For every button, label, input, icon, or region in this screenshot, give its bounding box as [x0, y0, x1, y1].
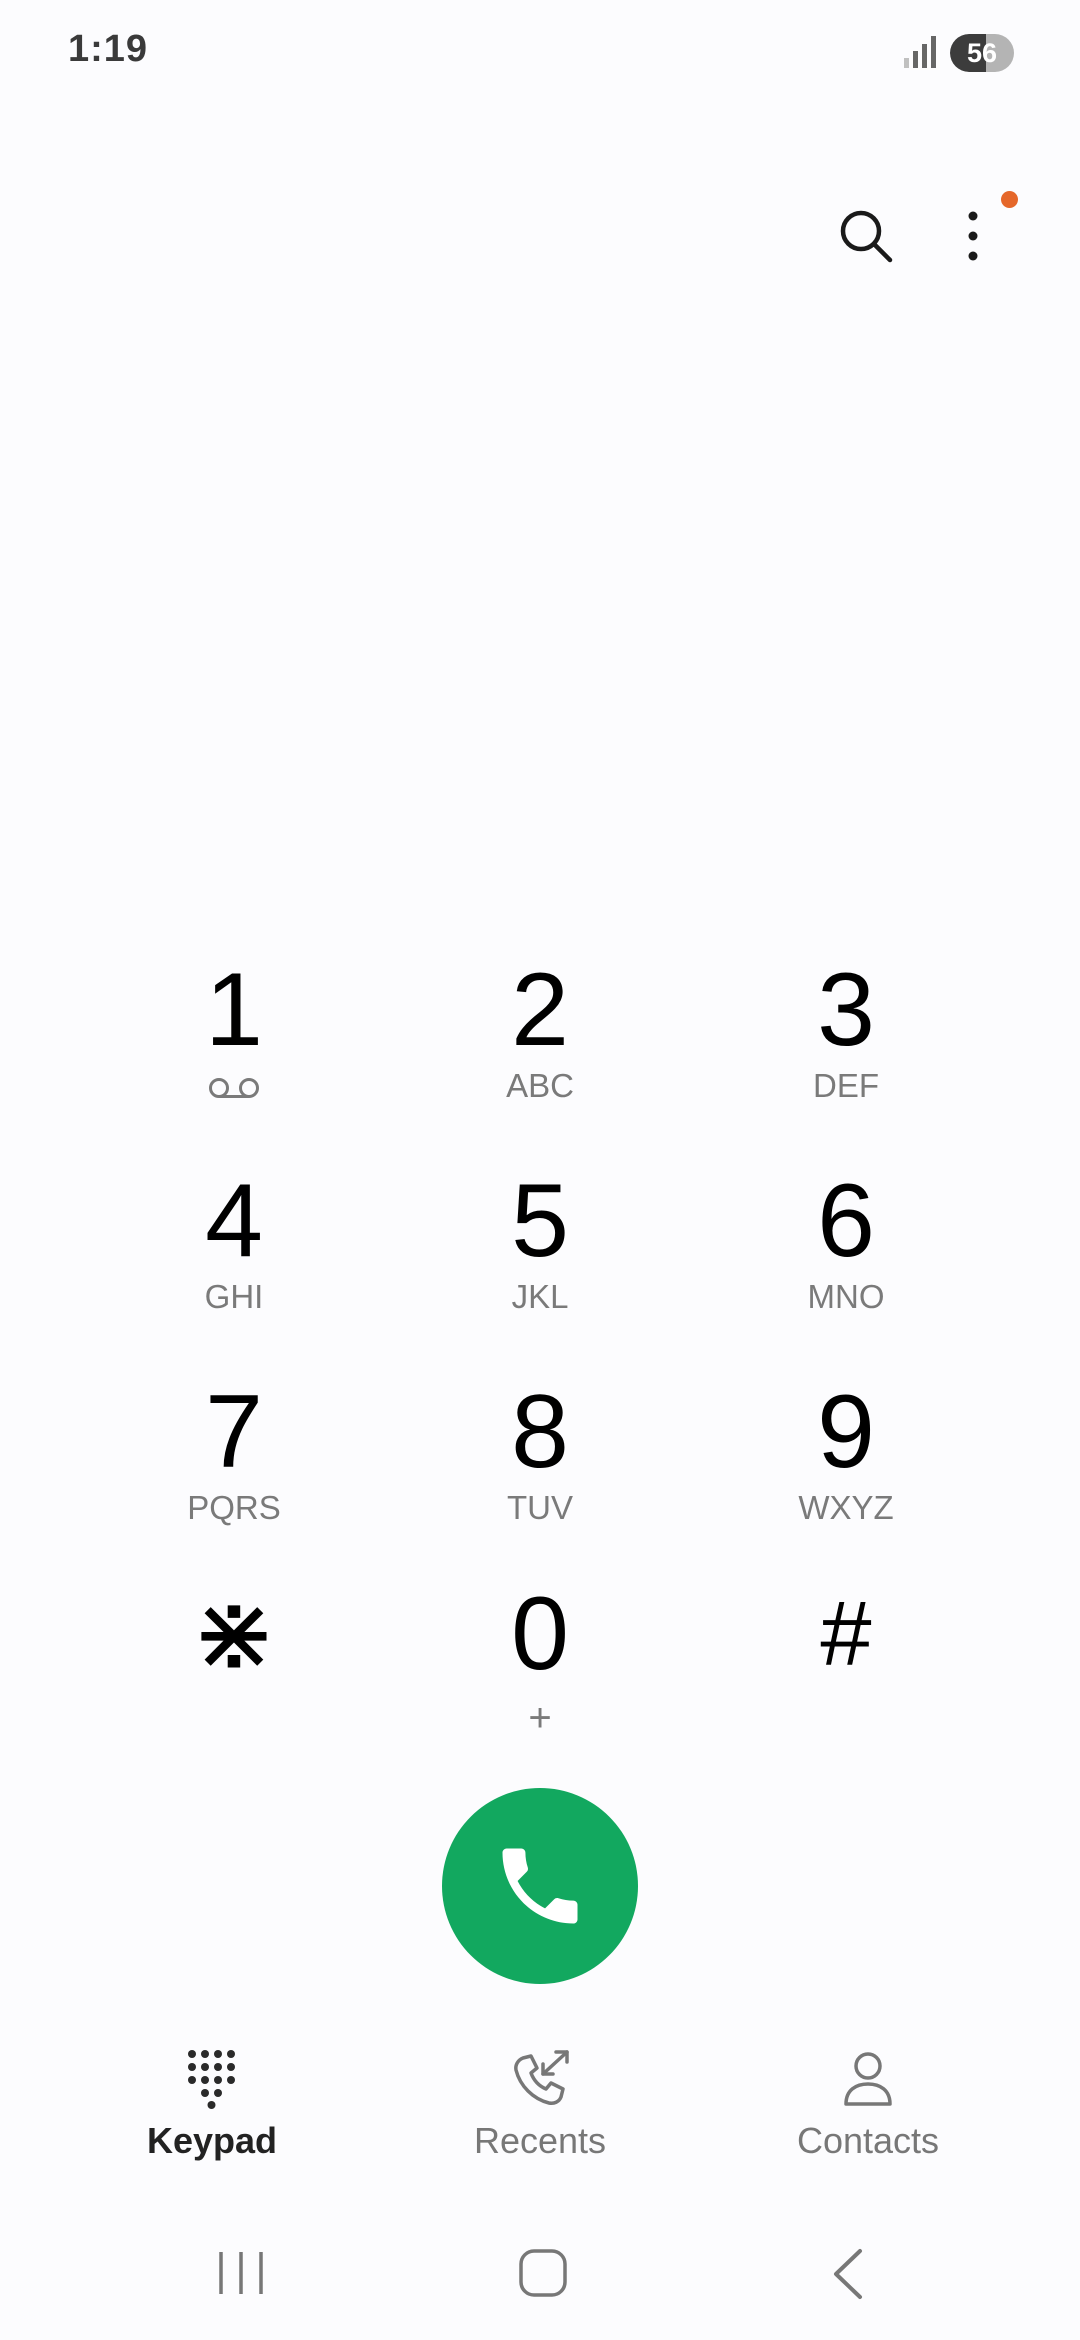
key-3[interactable]: 3 DEF	[696, 958, 996, 1148]
battery-level: 56	[966, 38, 998, 68]
key-digit: 3	[817, 952, 875, 1068]
key-letters: MNO	[807, 1278, 885, 1315]
key-digit: #	[820, 1583, 872, 1685]
key-plus: +	[528, 1696, 552, 1740]
key-digit: 7	[205, 1374, 263, 1490]
key-star[interactable]: ⋇	[84, 1582, 384, 1772]
tab-label: Keypad	[146, 2120, 278, 2161]
key-hash[interactable]: #	[696, 1582, 996, 1772]
key-9[interactable]: 9 WXYZ	[696, 1380, 996, 1570]
tab-contacts[interactable]: Contacts	[738, 2048, 998, 2178]
tab-label: Contacts	[796, 2120, 940, 2161]
key-digit: 8	[511, 1374, 569, 1490]
search-icon[interactable]	[836, 206, 896, 266]
key-letters: PQRS	[187, 1489, 281, 1526]
key-digit: 2	[511, 952, 569, 1068]
key-digit: 5	[511, 1163, 569, 1279]
keypad-icon	[188, 2050, 235, 2109]
voicemail-icon	[209, 1078, 259, 1099]
key-6[interactable]: 6 MNO	[696, 1169, 996, 1359]
key-letters: JKL	[511, 1278, 569, 1315]
key-digit: 9	[817, 1374, 875, 1490]
key-digit: 1	[205, 952, 263, 1068]
key-digit: 0	[511, 1576, 569, 1692]
back-icon[interactable]	[828, 2248, 868, 2300]
key-7[interactable]: 7 PQRS	[84, 1380, 384, 1570]
key-sub	[696, 1690, 996, 1730]
key-0[interactable]: 0 +	[390, 1582, 690, 1772]
key-letters: TUV	[507, 1489, 573, 1526]
notification-dot	[1001, 191, 1018, 208]
tab-label: Recents	[473, 2120, 607, 2161]
key-digit: 4	[205, 1163, 263, 1279]
key-digit: 6	[817, 1163, 875, 1279]
more-options-icon[interactable]	[955, 206, 991, 266]
key-1[interactable]: 1	[84, 958, 384, 1148]
call-button[interactable]	[442, 1788, 638, 1984]
key-letters: GHI	[204, 1278, 264, 1315]
signal-icon	[904, 36, 936, 68]
key-2[interactable]: 2 ABC	[390, 958, 690, 1148]
key-sub	[84, 1066, 384, 1106]
key-sub	[84, 1690, 384, 1730]
key-8[interactable]: 8 TUV	[390, 1380, 690, 1570]
key-letters: WXYZ	[798, 1489, 894, 1526]
key-digit: ⋇	[190, 1576, 278, 1692]
key-letters: DEF	[813, 1067, 879, 1104]
key-5[interactable]: 5 JKL	[390, 1169, 690, 1359]
battery-indicator: 56	[950, 34, 1014, 72]
recents-icon	[514, 2050, 569, 2105]
contacts-icon	[844, 2052, 892, 2106]
key-4[interactable]: 4 GHI	[84, 1169, 384, 1359]
tab-keypad[interactable]: Keypad	[82, 2048, 342, 2178]
status-time: 1:19	[68, 28, 149, 70]
phone-icon	[502, 1848, 578, 1924]
recent-apps-icon[interactable]	[216, 2250, 266, 2296]
key-letters: ABC	[506, 1067, 574, 1104]
tab-recents[interactable]: Recents	[410, 2048, 670, 2178]
home-icon[interactable]	[518, 2248, 568, 2298]
